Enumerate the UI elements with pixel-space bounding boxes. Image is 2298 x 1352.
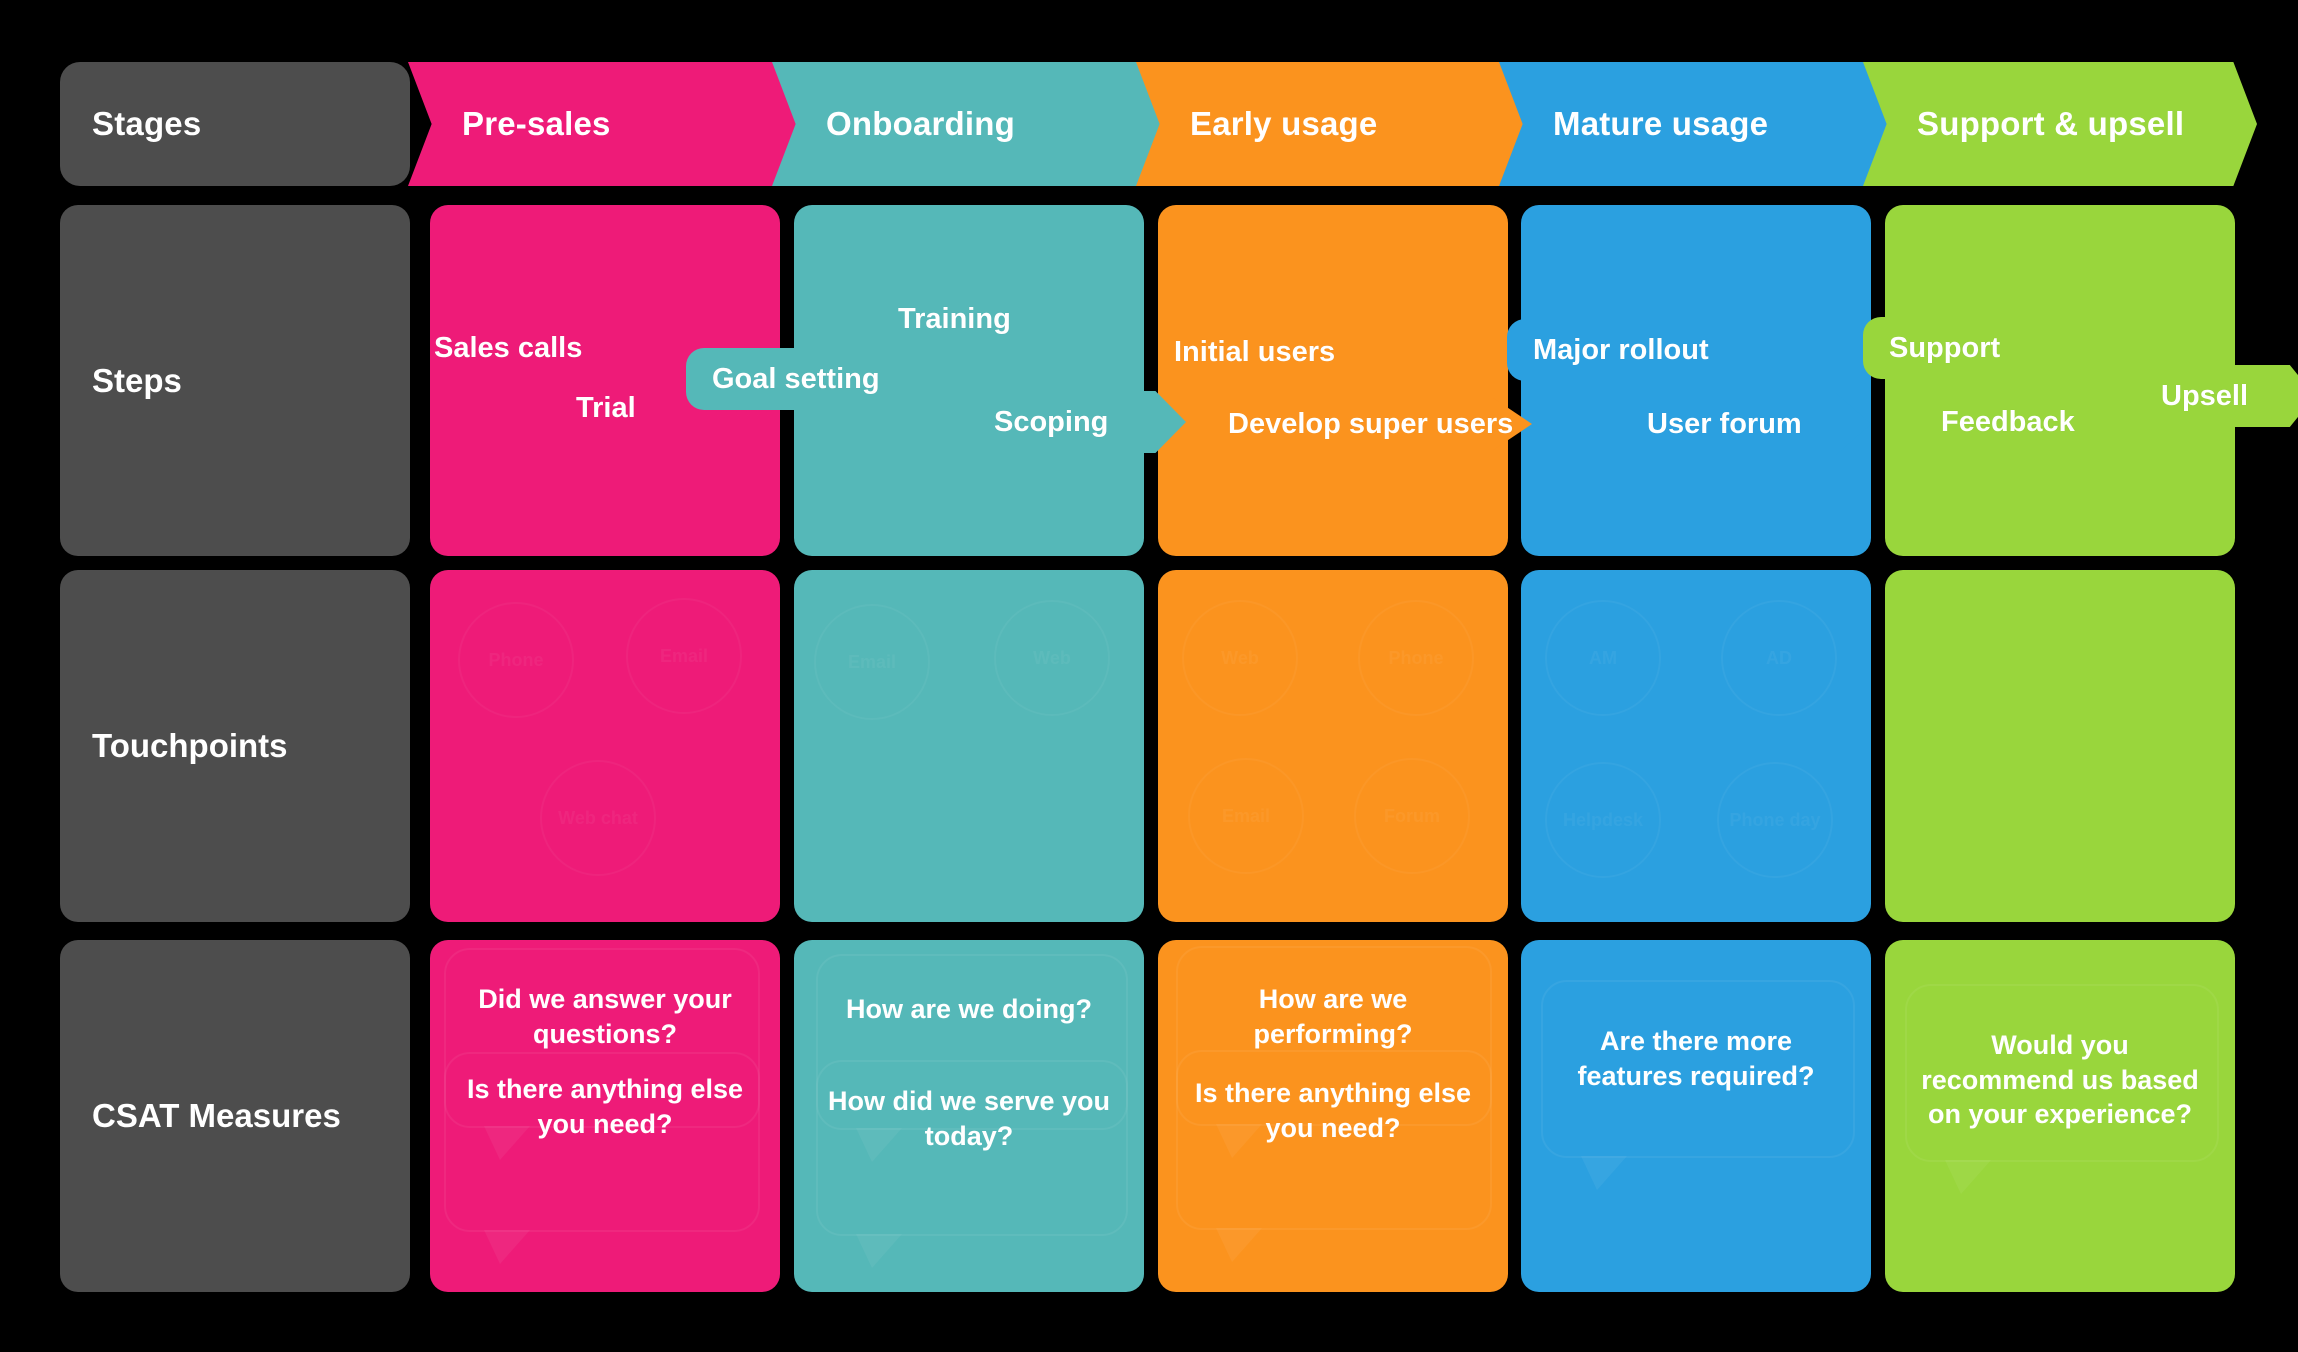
step-chip-label: Sales calls: [434, 331, 583, 364]
csat-question: Is there anything else you need?: [1194, 1078, 1472, 1143]
row-header-stages: Stages: [60, 62, 410, 186]
step-chip-r0-c4-1[interactable]: Feedback: [1919, 391, 2139, 453]
cell-r2-c4[interactable]: Would you recommend us based on your exp…: [1885, 940, 2235, 1292]
cell-r1-c1[interactable]: Email Web: [794, 570, 1144, 922]
step-chip-label: Scoping: [994, 405, 1109, 438]
touchpoint-badge-label: Phone: [488, 649, 544, 670]
touchpoint-badge-icon: Phone: [1358, 600, 1474, 716]
stage-chevron-0[interactable]: Pre-sales: [408, 62, 802, 186]
touchpoint-badge-icon: Email: [626, 598, 742, 714]
touchpoint-badge-label: Web: [1033, 647, 1071, 668]
csat-question: How are we doing?: [845, 994, 1093, 1024]
stage-label: Mature usage: [1553, 105, 1769, 142]
touchpoint-badge-label: AM: [1589, 647, 1617, 668]
cell-r2-c3[interactable]: Are there more features required?: [1521, 940, 1871, 1292]
step-chip-r0-c3-1[interactable]: User forum: [1621, 393, 1871, 455]
stage-chevron-4[interactable]: Support & upsell: [1863, 62, 2257, 186]
touchpoint-badge-label: Forum: [1384, 805, 1440, 826]
row-label-text: CSAT Measures: [92, 1097, 341, 1134]
touchpoint-badge-icon: Email: [814, 604, 930, 720]
csat-question: Would you recommend us based on your exp…: [1921, 1030, 2199, 1130]
touchpoint-badge-label: Email: [659, 645, 709, 666]
step-chip-r0-c1-2[interactable]: Scoping: [968, 391, 1186, 453]
stage-label: Onboarding: [826, 105, 1015, 142]
touchpoint-badge-label: Email: [1221, 805, 1271, 826]
touchpoint-badge-label: Phone: [1388, 647, 1444, 668]
step-chip-r0-c2-0[interactable]: Initial users: [1152, 321, 1382, 383]
stage-chevron-2[interactable]: Early usage: [1136, 62, 1530, 186]
cell-r1-c0[interactable]: Phone Email Web chat: [430, 570, 780, 922]
cell-r2-c1[interactable]: How are we doing? How did we serve you to…: [794, 940, 1144, 1292]
step-chip-r0-c2-1[interactable]: Develop super users: [1202, 393, 1532, 455]
step-chip-r0-c1-1[interactable]: Training: [876, 288, 1076, 350]
csat-question: How are we performing?: [1253, 984, 1413, 1049]
touchpoint-badge-icon: Web: [994, 600, 1110, 716]
touchpoint-badge-icon: AM: [1545, 600, 1661, 716]
stage-chevron-3[interactable]: Mature usage: [1499, 62, 1893, 186]
step-chip-label: Develop super users: [1228, 407, 1514, 440]
touchpoint-badge-icon: Helpdesk: [1545, 762, 1661, 878]
touchpoint-badge-icon: Web: [1182, 600, 1298, 716]
step-chip-label: Feedback: [1941, 405, 2075, 438]
row-label-text: Steps: [92, 361, 182, 399]
step-chip-label: Upsell: [2161, 379, 2249, 412]
step-chip-r0-c1-0[interactable]: Goal setting: [686, 348, 946, 410]
csat-question: How did we serve you today?: [827, 1086, 1111, 1151]
row-label-text: Touchpoints: [92, 727, 288, 764]
step-chip-r0-c4-0[interactable]: Support: [1863, 317, 2083, 379]
touchpoint-badge-icon: AD: [1721, 600, 1837, 716]
touchpoint-badge-icon: Email: [1188, 758, 1304, 874]
csat-question: Did we answer your questions?: [478, 984, 732, 1049]
row-label-1: Touchpoints: [60, 570, 410, 922]
touchpoint-badge-label: AD: [1766, 647, 1792, 668]
row-label-2: CSAT Measures: [60, 940, 410, 1292]
csat-question: Is there anything else you need?: [466, 1074, 744, 1139]
stage-chevron-1[interactable]: Onboarding: [772, 62, 1166, 186]
touchpoint-badge-label: Email: [847, 651, 897, 672]
step-chip-label: Trial: [576, 391, 636, 424]
stage-label: Support & upsell: [1917, 105, 2185, 142]
step-chip-label: User forum: [1647, 407, 1802, 440]
stage-label: Early usage: [1190, 105, 1378, 142]
step-chip-label: Training: [898, 302, 1011, 335]
step-chip-r0-c3-0[interactable]: Major rollout: [1507, 319, 1757, 381]
touchpoint-badge-label: Web: [1221, 647, 1259, 668]
step-chip-r0-c4-2[interactable]: Upsell: [2135, 365, 2298, 427]
touchpoint-badge-label: Phone day: [1729, 809, 1821, 830]
touchpoint-badge-icon: Phone: [458, 602, 574, 718]
cell-r1-c3[interactable]: AM AD Helpdesk Phone day: [1521, 570, 1871, 922]
stage-label: Pre-sales: [462, 105, 611, 142]
customer-journey-board: Stages Pre-sales Onboarding Early usage Matu…: [0, 0, 2298, 1352]
touchpoint-badge-icon: Phone day: [1717, 762, 1833, 878]
step-chip-r0-c0-0[interactable]: Sales calls: [412, 317, 662, 379]
touchpoint-badge-label: Helpdesk: [1562, 809, 1644, 830]
step-chip-label: Initial users: [1174, 335, 1336, 368]
step-chip-label: Goal setting: [712, 362, 880, 395]
cell-r2-c2[interactable]: How are we performing? Is there anything …: [1158, 940, 1508, 1292]
row-label-0: Steps: [60, 205, 410, 556]
step-chip-label: Major rollout: [1533, 333, 1709, 366]
step-chip-label: Support: [1889, 331, 2001, 364]
touchpoint-badge-label: Web chat: [558, 807, 638, 828]
touchpoint-badge-icon: Forum: [1354, 758, 1470, 874]
row-header-stages-label: Stages: [92, 105, 202, 142]
csat-question: Are there more features required?: [1577, 1026, 1815, 1091]
cell-r1-c2[interactable]: Web Phone Email Forum: [1158, 570, 1508, 922]
touchpoint-badge-icon: Web chat: [540, 760, 656, 876]
cell-r2-c0[interactable]: Did we answer your questions? Is there an…: [430, 940, 780, 1292]
cell-r1-c4[interactable]: [1885, 570, 2235, 922]
